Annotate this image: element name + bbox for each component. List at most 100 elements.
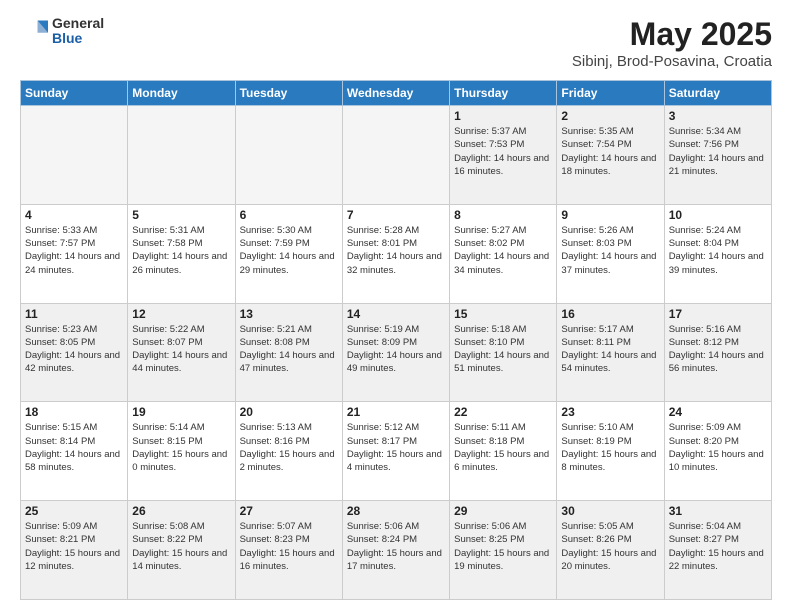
day-info: Sunrise: 5:33 AMSunset: 7:57 PMDaylight:… [25, 224, 123, 277]
logo-blue-text: Blue [52, 31, 104, 46]
day-info: Sunrise: 5:09 AMSunset: 8:20 PMDaylight:… [669, 421, 767, 474]
day-number: 13 [240, 307, 338, 321]
day-number: 17 [669, 307, 767, 321]
table-row: 17 Sunrise: 5:16 AMSunset: 8:12 PMDayligh… [664, 303, 771, 402]
day-info: Sunrise: 5:16 AMSunset: 8:12 PMDaylight:… [669, 323, 767, 376]
day-number: 2 [561, 109, 659, 123]
day-info: Sunrise: 5:23 AMSunset: 8:05 PMDaylight:… [25, 323, 123, 376]
day-number: 21 [347, 405, 445, 419]
table-row: 4 Sunrise: 5:33 AMSunset: 7:57 PMDaylight… [21, 204, 128, 303]
weekday-header-row: Sunday Monday Tuesday Wednesday Thursday… [21, 81, 772, 106]
day-info: Sunrise: 5:12 AMSunset: 8:17 PMDaylight:… [347, 421, 445, 474]
calendar-week-row: 4 Sunrise: 5:33 AMSunset: 7:57 PMDaylight… [21, 204, 772, 303]
table-row: 22 Sunrise: 5:11 AMSunset: 8:18 PMDayligh… [450, 402, 557, 501]
table-row [235, 106, 342, 205]
day-number: 14 [347, 307, 445, 321]
calendar-week-row: 18 Sunrise: 5:15 AMSunset: 8:14 PMDayligh… [21, 402, 772, 501]
day-number: 22 [454, 405, 552, 419]
table-row: 15 Sunrise: 5:18 AMSunset: 8:10 PMDayligh… [450, 303, 557, 402]
day-info: Sunrise: 5:11 AMSunset: 8:18 PMDaylight:… [454, 421, 552, 474]
table-row: 7 Sunrise: 5:28 AMSunset: 8:01 PMDaylight… [342, 204, 449, 303]
day-number: 1 [454, 109, 552, 123]
location-title: Sibinj, Brod-Posavina, Croatia [572, 53, 772, 70]
title-block: May 2025 Sibinj, Brod-Posavina, Croatia [572, 16, 772, 70]
day-info: Sunrise: 5:06 AMSunset: 8:24 PMDaylight:… [347, 520, 445, 573]
day-number: 8 [454, 208, 552, 222]
table-row: 29Sunrise: 5:06 AMSunset: 8:25 PMDayligh… [450, 501, 557, 600]
day-info: Sunrise: 5:13 AMSunset: 8:16 PMDaylight:… [240, 421, 338, 474]
day-info: Sunrise: 5:07 AMSunset: 8:23 PMDaylight:… [240, 520, 338, 573]
day-info: Sunrise: 5:17 AMSunset: 8:11 PMDaylight:… [561, 323, 659, 376]
day-number: 18 [25, 405, 123, 419]
table-row: 30 Sunrise: 5:05 AMSunset: 8:26 PMDayligh… [557, 501, 664, 600]
logo: General Blue [20, 16, 104, 47]
header: General Blue May 2025 Sibinj, Brod-Posav… [20, 16, 772, 70]
calendar-table: Sunday Monday Tuesday Wednesday Thursday… [20, 80, 772, 600]
calendar-week-row: 11 Sunrise: 5:23 AMSunset: 8:05 PMDayligh… [21, 303, 772, 402]
day-number: 5 [132, 208, 230, 222]
calendar-week-row: 25Sunrise: 5:09 AMSunset: 8:21 PMDayligh… [21, 501, 772, 600]
day-number: 15 [454, 307, 552, 321]
header-monday: Monday [128, 81, 235, 106]
table-row: 1 Sunrise: 5:37 AMSunset: 7:53 PMDaylight… [450, 106, 557, 205]
day-number: 4 [25, 208, 123, 222]
logo-text: General Blue [52, 16, 104, 47]
day-info: Sunrise: 5:31 AMSunset: 7:58 PMDaylight:… [132, 224, 230, 277]
day-number: 31 [669, 504, 767, 518]
day-info: Sunrise: 5:28 AMSunset: 8:01 PMDaylight:… [347, 224, 445, 277]
day-number: 30 [561, 504, 659, 518]
day-info: Sunrise: 5:37 AMSunset: 7:53 PMDaylight:… [454, 125, 552, 178]
table-row: 12 Sunrise: 5:22 AMSunset: 8:07 PMDayligh… [128, 303, 235, 402]
table-row: 23Sunrise: 5:10 AMSunset: 8:19 PMDayligh… [557, 402, 664, 501]
day-number: 24 [669, 405, 767, 419]
day-info: Sunrise: 5:22 AMSunset: 8:07 PMDaylight:… [132, 323, 230, 376]
day-info: Sunrise: 5:21 AMSunset: 8:08 PMDaylight:… [240, 323, 338, 376]
day-info: Sunrise: 5:30 AMSunset: 7:59 PMDaylight:… [240, 224, 338, 277]
table-row: 24 Sunrise: 5:09 AMSunset: 8:20 PMDayligh… [664, 402, 771, 501]
day-info: Sunrise: 5:35 AMSunset: 7:54 PMDaylight:… [561, 125, 659, 178]
table-row: 19 Sunrise: 5:14 AMSunset: 8:15 PMDayligh… [128, 402, 235, 501]
day-info: Sunrise: 5:19 AMSunset: 8:09 PMDaylight:… [347, 323, 445, 376]
day-info: Sunrise: 5:15 AMSunset: 8:14 PMDaylight:… [25, 421, 123, 474]
header-tuesday: Tuesday [235, 81, 342, 106]
table-row: 18 Sunrise: 5:15 AMSunset: 8:14 PMDayligh… [21, 402, 128, 501]
day-info: Sunrise: 5:08 AMSunset: 8:22 PMDaylight:… [132, 520, 230, 573]
day-number: 16 [561, 307, 659, 321]
table-row: 10 Sunrise: 5:24 AMSunset: 8:04 PMDayligh… [664, 204, 771, 303]
day-number: 12 [132, 307, 230, 321]
table-row: 3Sunrise: 5:34 AMSunset: 7:56 PMDaylight… [664, 106, 771, 205]
header-sunday: Sunday [21, 81, 128, 106]
day-info: Sunrise: 5:10 AMSunset: 8:19 PMDaylight:… [561, 421, 659, 474]
header-friday: Friday [557, 81, 664, 106]
header-thursday: Thursday [450, 81, 557, 106]
day-info: Sunrise: 5:24 AMSunset: 8:04 PMDaylight:… [669, 224, 767, 277]
day-info: Sunrise: 5:05 AMSunset: 8:26 PMDaylight:… [561, 520, 659, 573]
table-row: 31Sunrise: 5:04 AMSunset: 8:27 PMDayligh… [664, 501, 771, 600]
table-row: 14 Sunrise: 5:19 AMSunset: 8:09 PMDayligh… [342, 303, 449, 402]
day-info: Sunrise: 5:06 AMSunset: 8:25 PMDaylight:… [454, 520, 552, 573]
header-saturday: Saturday [664, 81, 771, 106]
day-number: 10 [669, 208, 767, 222]
day-number: 7 [347, 208, 445, 222]
day-info: Sunrise: 5:18 AMSunset: 8:10 PMDaylight:… [454, 323, 552, 376]
table-row: 25Sunrise: 5:09 AMSunset: 8:21 PMDayligh… [21, 501, 128, 600]
day-info: Sunrise: 5:09 AMSunset: 8:21 PMDaylight:… [25, 520, 123, 573]
day-number: 27 [240, 504, 338, 518]
table-row: 2 Sunrise: 5:35 AMSunset: 7:54 PMDaylight… [557, 106, 664, 205]
table-row: 8Sunrise: 5:27 AMSunset: 8:02 PMDaylight… [450, 204, 557, 303]
day-number: 19 [132, 405, 230, 419]
table-row: 9Sunrise: 5:26 AMSunset: 8:03 PMDaylight… [557, 204, 664, 303]
table-row [342, 106, 449, 205]
table-row: 28Sunrise: 5:06 AMSunset: 8:24 PMDayligh… [342, 501, 449, 600]
header-wednesday: Wednesday [342, 81, 449, 106]
table-row: 21 Sunrise: 5:12 AMSunset: 8:17 PMDayligh… [342, 402, 449, 501]
table-row: 5 Sunrise: 5:31 AMSunset: 7:58 PMDaylight… [128, 204, 235, 303]
day-info: Sunrise: 5:14 AMSunset: 8:15 PMDaylight:… [132, 421, 230, 474]
table-row: 20 Sunrise: 5:13 AMSunset: 8:16 PMDayligh… [235, 402, 342, 501]
day-number: 20 [240, 405, 338, 419]
table-row: 11 Sunrise: 5:23 AMSunset: 8:05 PMDayligh… [21, 303, 128, 402]
table-row: 27 Sunrise: 5:07 AMSunset: 8:23 PMDayligh… [235, 501, 342, 600]
day-number: 11 [25, 307, 123, 321]
day-number: 3 [669, 109, 767, 123]
page: General Blue May 2025 Sibinj, Brod-Posav… [0, 0, 792, 612]
